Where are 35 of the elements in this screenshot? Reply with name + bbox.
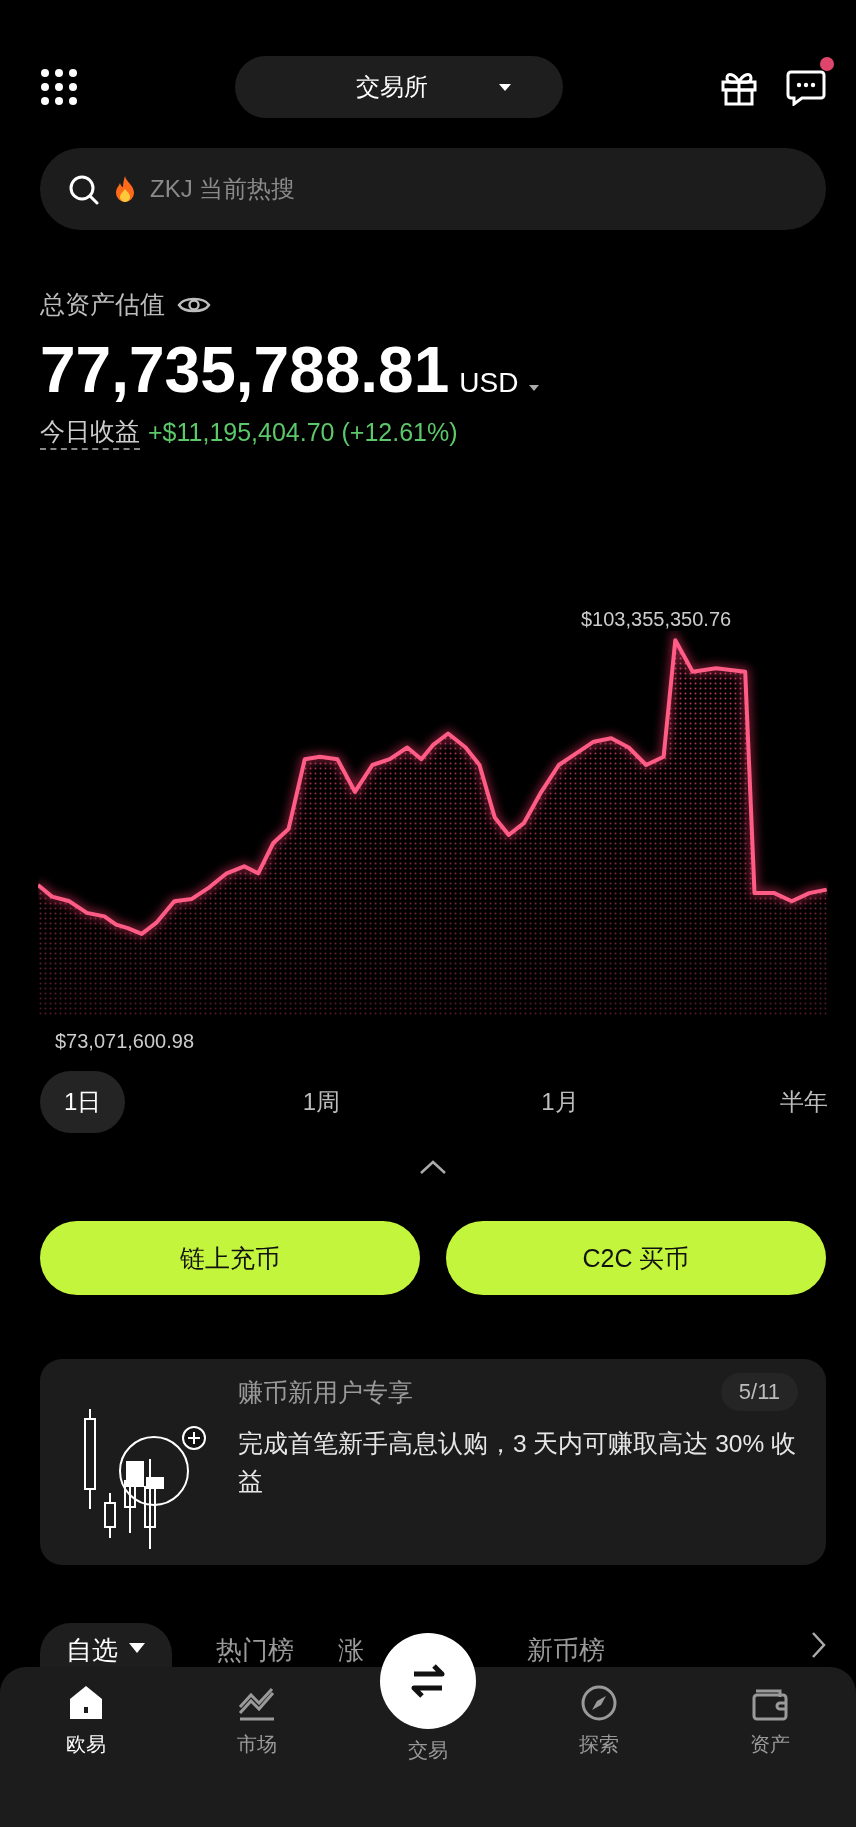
market-tab[interactable]: 自选: [40, 1623, 172, 1667]
range-tab[interactable]: 1月: [517, 1071, 603, 1133]
range-tab[interactable]: 1日: [40, 1071, 126, 1133]
promo-card[interactable]: 赚币新用户专享 5/11 完成首笔新手高息认购，3 天内可赚取高达 30% 收益: [40, 1359, 826, 1565]
caret-icon: [498, 82, 512, 92]
market-tab[interactable]: 热门榜: [216, 1623, 294, 1667]
pnl-label[interactable]: 今日收益: [40, 415, 140, 450]
promo-text: 完成首笔新手高息认购，3 天内可赚取高达 30% 收益: [238, 1429, 798, 1497]
min-value-label: $73,071,600.98: [54, 1030, 196, 1053]
page-indicator: 5/11: [720, 1373, 798, 1411]
action-button[interactable]: C2C 买币: [446, 1221, 826, 1295]
balance-amount: 77,735,788.81: [40, 333, 450, 407]
balance-label: 总资产估值: [40, 289, 165, 320]
nav-tab[interactable]: 欧易: [25, 1683, 146, 1758]
chevron-up-icon[interactable]: [419, 1159, 447, 1175]
search-icon: [68, 174, 99, 205]
chevron-right-icon[interactable]: [810, 1631, 826, 1659]
flame-icon: [113, 175, 137, 203]
search-field[interactable]: ZKJ 当前热搜: [40, 148, 826, 230]
promo-title: 赚币新用户专享: [238, 1376, 413, 1408]
market-tab[interactable]: 新币榜: [527, 1623, 605, 1667]
range-tab[interactable]: 1周: [278, 1071, 364, 1133]
range-tab[interactable]: 半年: [755, 1071, 828, 1133]
message-icon[interactable]: [786, 68, 826, 106]
nav-tab[interactable]: 资产: [710, 1683, 831, 1758]
nav-tab[interactable]: 市场: [196, 1683, 317, 1758]
max-value-label: $103,355,350.76: [580, 608, 733, 631]
action-button[interactable]: 链上充币: [40, 1221, 420, 1295]
currency-label[interactable]: USD: [459, 367, 519, 399]
exchange-selector[interactable]: 交易所: [235, 56, 563, 118]
caret-icon[interactable]: [528, 384, 541, 392]
apps-grid-icon[interactable]: [40, 68, 78, 106]
pnl-value: +$11,195,404.70 (+12.61%): [148, 418, 458, 447]
market-tab[interactable]: 涨: [338, 1623, 364, 1667]
nav-tab[interactable]: 探索: [539, 1683, 660, 1758]
